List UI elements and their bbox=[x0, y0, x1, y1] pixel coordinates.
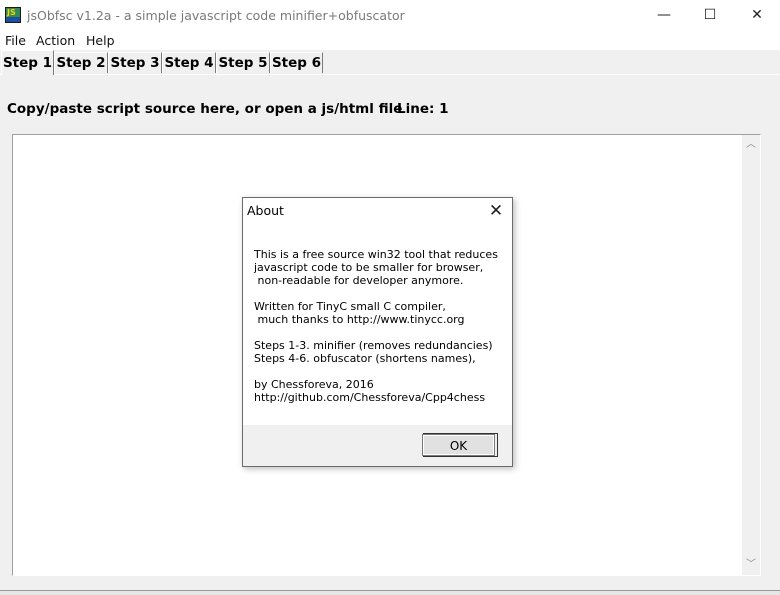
tab-step-4[interactable]: Step 4 bbox=[162, 52, 216, 73]
close-window-button[interactable]: ✕ bbox=[734, 0, 780, 31]
vertical-scrollbar[interactable]: ︿ ﹀ bbox=[742, 135, 760, 575]
about-dialog-title: About bbox=[247, 203, 284, 218]
scroll-up-arrow-icon[interactable]: ︿ bbox=[742, 137, 760, 153]
about-dialog-footer: OK bbox=[243, 425, 512, 466]
about-dialog: About ✕ This is a free source win32 tool… bbox=[242, 197, 513, 467]
tab-step-3[interactable]: Step 3 bbox=[108, 52, 162, 73]
dialog-close-icon[interactable]: ✕ bbox=[484, 200, 508, 222]
tab-step-1[interactable]: Step 1 bbox=[1, 50, 54, 75]
tab-baseline bbox=[0, 74, 780, 75]
about-text: This is a free source win32 tool that re… bbox=[254, 248, 498, 404]
tab-step-5[interactable]: Step 5 bbox=[216, 52, 270, 73]
menu-bar: File Action Help bbox=[0, 31, 780, 50]
minimize-button[interactable]: — bbox=[641, 0, 687, 31]
about-dialog-body: This is a free source win32 tool that re… bbox=[243, 225, 512, 425]
tab-step-2[interactable]: Step 2 bbox=[54, 52, 108, 73]
app-icon: JS bbox=[5, 7, 21, 23]
menu-file[interactable]: File bbox=[5, 33, 26, 48]
scroll-down-arrow-icon[interactable]: ﹀ bbox=[742, 557, 760, 573]
menu-help[interactable]: Help bbox=[86, 33, 115, 48]
ok-button[interactable]: OK bbox=[422, 434, 495, 456]
window-title: jsObfsc v1.2a - a simple javascript code… bbox=[27, 8, 405, 23]
maximize-button[interactable]: ☐ bbox=[687, 0, 733, 31]
tab-step-6[interactable]: Step 6 bbox=[270, 52, 323, 73]
window-bottom-edge bbox=[0, 590, 780, 595]
line-indicator: Line: 1 bbox=[397, 101, 449, 117]
source-prompt-label: Copy/paste script source here, or open a… bbox=[7, 101, 403, 117]
menu-action[interactable]: Action bbox=[36, 33, 75, 48]
title-bar: JS jsObfsc v1.2a - a simple javascript c… bbox=[0, 0, 780, 31]
tab-strip: Step 1 Step 2 Step 3 Step 4 Step 5 Step … bbox=[0, 50, 780, 75]
